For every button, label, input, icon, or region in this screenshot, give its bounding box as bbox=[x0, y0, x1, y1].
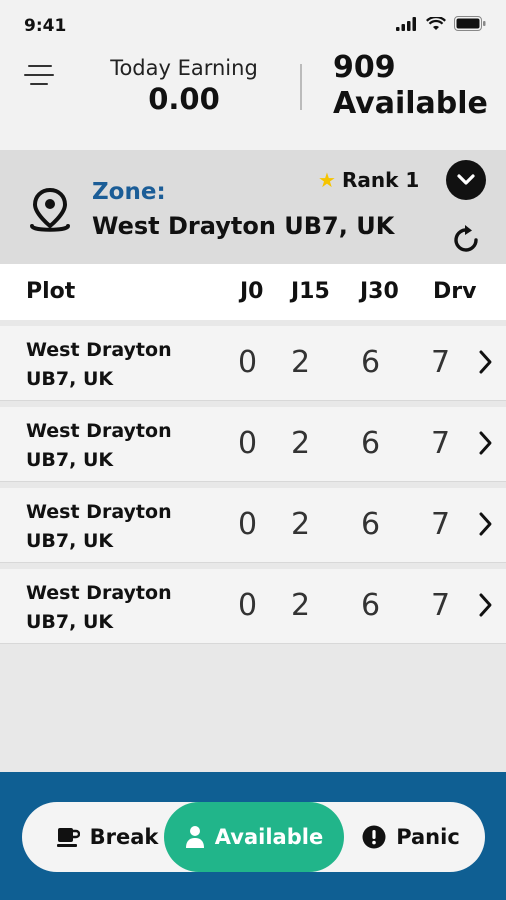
plot-name-line2: UB7, UK bbox=[26, 530, 114, 552]
alert-icon bbox=[362, 825, 386, 849]
cell-drv: 7 bbox=[431, 426, 451, 461]
cell-j0: 0 bbox=[238, 345, 258, 380]
location-pin-icon bbox=[30, 187, 70, 232]
person-icon bbox=[185, 826, 204, 848]
table-row[interactable]: West Drayton UB7, UK 0 2 6 7 bbox=[0, 488, 506, 562]
status-time: 9:41 bbox=[24, 16, 67, 36]
panic-button[interactable]: Panic bbox=[356, 802, 466, 872]
chevron-right-icon[interactable] bbox=[478, 429, 494, 457]
cell-j0: 0 bbox=[238, 426, 258, 461]
chevron-right-icon[interactable] bbox=[478, 348, 494, 376]
col-header-j0: J0 bbox=[240, 279, 264, 304]
cell-j30: 6 bbox=[361, 588, 381, 623]
break-button[interactable]: Break bbox=[48, 802, 166, 872]
col-header-j30: J30 bbox=[360, 279, 399, 304]
status-icons bbox=[396, 16, 486, 31]
cell-j30: 6 bbox=[361, 426, 381, 461]
refresh-icon[interactable] bbox=[448, 222, 484, 258]
earning-value: 0.00 bbox=[148, 82, 220, 116]
cell-j30: 6 bbox=[361, 507, 381, 542]
zone-panel: Zone: West Drayton UB7, UK ★ Rank 1 bbox=[0, 150, 506, 264]
table-row[interactable]: West Drayton UB7, UK 0 2 6 7 bbox=[0, 407, 506, 481]
cell-j15: 2 bbox=[291, 345, 311, 380]
available-button-label: Available bbox=[214, 825, 324, 849]
plot-name-line1: West Drayton bbox=[26, 339, 172, 361]
col-header-j15: J15 bbox=[291, 279, 330, 304]
menu-icon[interactable] bbox=[24, 62, 56, 88]
coffee-icon bbox=[56, 828, 80, 847]
battery-icon bbox=[454, 16, 486, 31]
plot-name-line2: UB7, UK bbox=[26, 449, 114, 471]
zone-name: West Drayton UB7, UK bbox=[92, 212, 395, 240]
cell-drv: 7 bbox=[431, 507, 451, 542]
available-label: Available bbox=[333, 86, 488, 121]
chevron-right-icon[interactable] bbox=[478, 591, 494, 619]
earning-label: Today Earning bbox=[110, 56, 258, 80]
plot-name-line1: West Drayton bbox=[26, 501, 172, 523]
status-bar: 9:41 bbox=[0, 0, 506, 44]
cell-j0: 0 bbox=[238, 507, 258, 542]
star-icon: ★ bbox=[318, 168, 336, 192]
plot-name-line2: UB7, UK bbox=[26, 368, 114, 390]
plot-name-line2: UB7, UK bbox=[26, 611, 114, 633]
today-earning: Today Earning 0.00 bbox=[96, 56, 272, 116]
chevron-right-icon[interactable] bbox=[478, 510, 494, 538]
cell-j15: 2 bbox=[291, 426, 311, 461]
col-header-drv: Drv bbox=[433, 279, 477, 304]
cell-drv: 7 bbox=[431, 345, 451, 380]
rank-label: Rank 1 bbox=[341, 168, 420, 192]
table-header: Plot J0 J15 J30 Drv bbox=[0, 264, 506, 320]
header: Today Earning 0.00 909 Available bbox=[0, 44, 506, 150]
available-button[interactable]: Available bbox=[164, 802, 344, 872]
table-row[interactable]: West Drayton UB7, UK 0 2 6 7 bbox=[0, 569, 506, 643]
col-header-plot: Plot bbox=[26, 279, 76, 304]
header-divider bbox=[300, 64, 302, 110]
cell-j0: 0 bbox=[238, 588, 258, 623]
bottom-bar: Break Available Panic bbox=[0, 772, 506, 900]
cell-j30: 6 bbox=[361, 345, 381, 380]
plot-name: West Drayton UB7, UK bbox=[26, 498, 172, 556]
signal-icon bbox=[396, 16, 416, 31]
wifi-icon bbox=[426, 16, 446, 30]
cell-drv: 7 bbox=[431, 588, 451, 623]
plot-name-line1: West Drayton bbox=[26, 420, 172, 442]
rank: ★ Rank 1 bbox=[318, 168, 419, 192]
break-label: Break bbox=[89, 825, 159, 849]
available-count: 909 bbox=[333, 50, 396, 85]
zone-title: Zone: bbox=[92, 179, 166, 205]
cell-j15: 2 bbox=[291, 588, 311, 623]
plot-name-line1: West Drayton bbox=[26, 582, 172, 604]
table-row[interactable]: West Drayton UB7, UK 0 2 6 7 bbox=[0, 326, 506, 400]
chevron-down-icon[interactable] bbox=[446, 160, 486, 200]
plot-name: West Drayton UB7, UK bbox=[26, 417, 172, 475]
status-switcher: Break Available Panic bbox=[22, 802, 485, 872]
plot-name: West Drayton UB7, UK bbox=[26, 579, 172, 637]
plot-name: West Drayton UB7, UK bbox=[26, 336, 172, 394]
panic-label: Panic bbox=[396, 825, 460, 849]
cell-j15: 2 bbox=[291, 507, 311, 542]
available-count-box: 909 Available bbox=[333, 50, 503, 122]
